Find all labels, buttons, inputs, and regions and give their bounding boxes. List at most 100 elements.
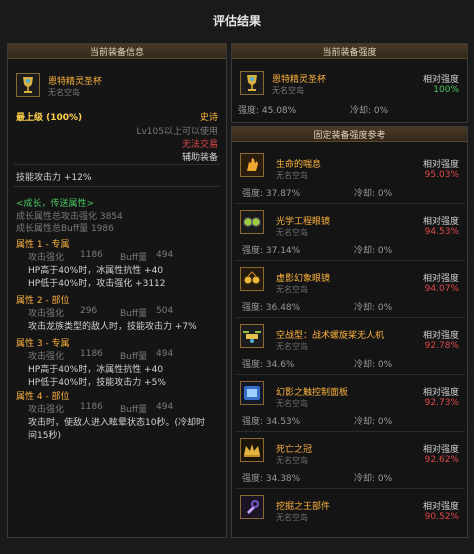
relative-strength-label: 相对强度	[422, 160, 459, 170]
item-name: 死亡之冠	[276, 445, 313, 455]
strength: 强度: 45.08%	[238, 106, 297, 116]
cooldown: 冷却: 0%	[354, 246, 393, 256]
cooldown: 冷却: 0%	[354, 474, 393, 484]
reference-item-row[interactable]: 死亡之冠 无名空岛 相对强度 92.62% 强度: 34.38% 冷却: 0%	[236, 434, 465, 489]
attr-line: HP低于40%时，攻击强化 +3112	[28, 279, 166, 289]
glasses-icon	[240, 267, 264, 291]
strength: 强度: 36.48%	[242, 303, 301, 313]
item-sub: 无名空岛	[276, 285, 308, 294]
divider	[14, 186, 220, 187]
relative-strength-value: 90.52%	[424, 512, 459, 522]
divider	[14, 164, 220, 165]
reference-item-row[interactable]: 幻影之触控制面板 无名空岛 相对强度 92.73% 强度: 34.53% 冷却:…	[236, 377, 465, 432]
attr-b-value: 494	[156, 250, 174, 260]
chalice-icon	[240, 71, 264, 95]
strength: 强度: 34.38%	[242, 474, 301, 484]
item-name: 光学工程眼镜	[276, 217, 331, 227]
attr-b-value: 494	[156, 349, 174, 359]
attr-a-value: 1186	[80, 250, 103, 260]
evaluation-window: 评估结果 当前装备信息 恩特精灵圣杯 无名空岛 最上级 (100%) 史诗 Lv…	[0, 0, 474, 554]
current-equipment-info-header: 当前装备信息	[8, 44, 226, 59]
attr-title: 属性 1 - 专属	[16, 240, 70, 250]
relative-strength-label: 相对强度	[422, 502, 459, 512]
fixed-equipment-reference-header: 固定装备强度参考	[232, 127, 467, 142]
attr-line: 攻击龙族类型的敌人时，技能攻击力 +7%	[28, 322, 197, 332]
strength: 强度: 37.87%	[242, 189, 301, 199]
attr-line: HP低于40%时，技能攻击力 +5%	[28, 378, 166, 388]
attr-b-label: Buff量	[120, 309, 148, 319]
cooldown: 冷却: 0%	[354, 417, 393, 427]
attr-line: 攻击时，使敌人进入眩晕状态10秒。(冷却时	[28, 418, 205, 428]
rarity: 史诗	[199, 113, 218, 123]
strength: 强度: 34.53%	[242, 417, 301, 427]
current-equipment-strength-header: 当前装备强度	[232, 44, 467, 59]
current-equipment-strength-panel: 当前装备强度 恩特精灵圣杯 无名空岛 相对强度 100% 强度: 45.08% …	[231, 43, 468, 123]
item-name: 虚影幻象眼镜	[276, 274, 331, 284]
attr-title: 属性 3 - 专属	[16, 339, 70, 349]
item-sub: 无名空岛	[276, 513, 308, 522]
item-name: 恩特精灵圣杯	[48, 77, 103, 87]
attr-b-label: Buff量	[120, 253, 148, 263]
item-sub: 无名空岛	[272, 86, 304, 95]
growth-title: <成长，传送属性>	[16, 199, 95, 209]
attr-title: 属性 4 - 部位	[16, 392, 70, 402]
cooldown: 冷却: 0%	[354, 189, 393, 199]
reference-item-row[interactable]: 虚影幻象眼镜 无名空岛 相对强度 94.07% 强度: 36.48% 冷却: 0…	[236, 263, 465, 318]
attr-line: 间15秒)	[28, 431, 61, 441]
attr-b-label: Buff量	[120, 352, 148, 362]
relative-strength-value: 92.62%	[424, 455, 459, 465]
strength: 强度: 37.14%	[242, 246, 301, 256]
wrench-icon	[240, 495, 264, 519]
item-sub: 无名空岛	[276, 456, 308, 465]
cooldown: 冷却: 0%	[354, 303, 393, 313]
reference-item-row[interactable]: 空战型：战术螺旋桨无人机 无名空岛 相对强度 92.78% 强度: 34.6% …	[236, 320, 465, 375]
item-name: 生命的喘息	[276, 160, 322, 170]
attr-a-label: 攻击强化	[28, 405, 65, 415]
panel-icon	[240, 381, 264, 405]
relative-strength-label: 相对强度	[422, 388, 459, 398]
attr-b-label: Buff量	[120, 405, 148, 415]
cooldown: 冷却: 0%	[350, 106, 389, 116]
hand-icon	[240, 153, 264, 177]
attr-title: 属性 2 - 部位	[16, 296, 70, 306]
relative-strength-value: 92.73%	[424, 398, 459, 408]
window-title: 评估结果	[212, 13, 261, 28]
level-requirement: Lv105以上可以使用	[136, 127, 218, 137]
drone-icon	[240, 324, 264, 348]
skill-attack: 技能攻击力 +12%	[16, 173, 92, 183]
item-sub: 无名空岛	[48, 88, 80, 97]
item-sub: 无名空岛	[276, 171, 308, 180]
item-name: 恩特精灵圣杯	[272, 75, 327, 85]
item-type: 辅助装备	[181, 153, 218, 163]
relative-strength-label: 相对强度	[422, 331, 459, 341]
fixed-equipment-reference-panel: 固定装备强度参考 生命的喘息 无名空岛 相对强度 95.03% 强度: 37.8…	[231, 126, 468, 538]
attr-a-value: 1186	[80, 349, 103, 359]
relative-strength-label: 相对强度	[422, 75, 459, 85]
reference-item-row[interactable]: 挖掘之王部件 无名空岛 相对强度 90.52%	[236, 491, 465, 546]
attr-line: HP高于40%时，冰属性抗性 +40	[28, 266, 164, 276]
item-sub: 无名空岛	[276, 399, 308, 408]
attr-line: HP高于40%时，冰属性抗性 +40	[28, 365, 164, 375]
relative-strength-label: 相对强度	[422, 445, 459, 455]
reference-item-row[interactable]: 生命的喘息 无名空岛 相对强度 95.03% 强度: 37.87% 冷却: 0%	[236, 149, 465, 204]
attr-b-value: 494	[156, 402, 174, 412]
attr-a-label: 攻击强化	[28, 253, 65, 263]
reference-item-row[interactable]: 光学工程眼镜 无名空岛 相对强度 94.53% 强度: 37.14% 冷却: 0…	[236, 206, 465, 261]
relative-strength-label: 相对强度	[422, 217, 459, 227]
relative-strength-value: 92.78%	[424, 341, 459, 351]
relative-strength-value: 94.07%	[424, 284, 459, 294]
attr-a-value: 296	[80, 306, 98, 316]
grade: 最上级 (100%)	[16, 113, 83, 123]
trade-status: 无法交易	[181, 140, 218, 150]
item-name: 幻影之触控制面板	[276, 388, 349, 398]
relative-strength-value: 100%	[433, 85, 459, 95]
attr-a-label: 攻击强化	[28, 352, 65, 362]
item-name: 挖掘之王部件	[276, 502, 331, 512]
chalice-icon	[16, 73, 40, 97]
goggles-icon	[240, 210, 264, 234]
attr-a-value: 1186	[80, 402, 103, 412]
item-sub: 无名空岛	[276, 228, 308, 237]
relative-strength-value: 95.03%	[424, 170, 459, 180]
item-sub: 无名空岛	[276, 342, 308, 351]
relative-strength-value: 94.53%	[424, 227, 459, 237]
